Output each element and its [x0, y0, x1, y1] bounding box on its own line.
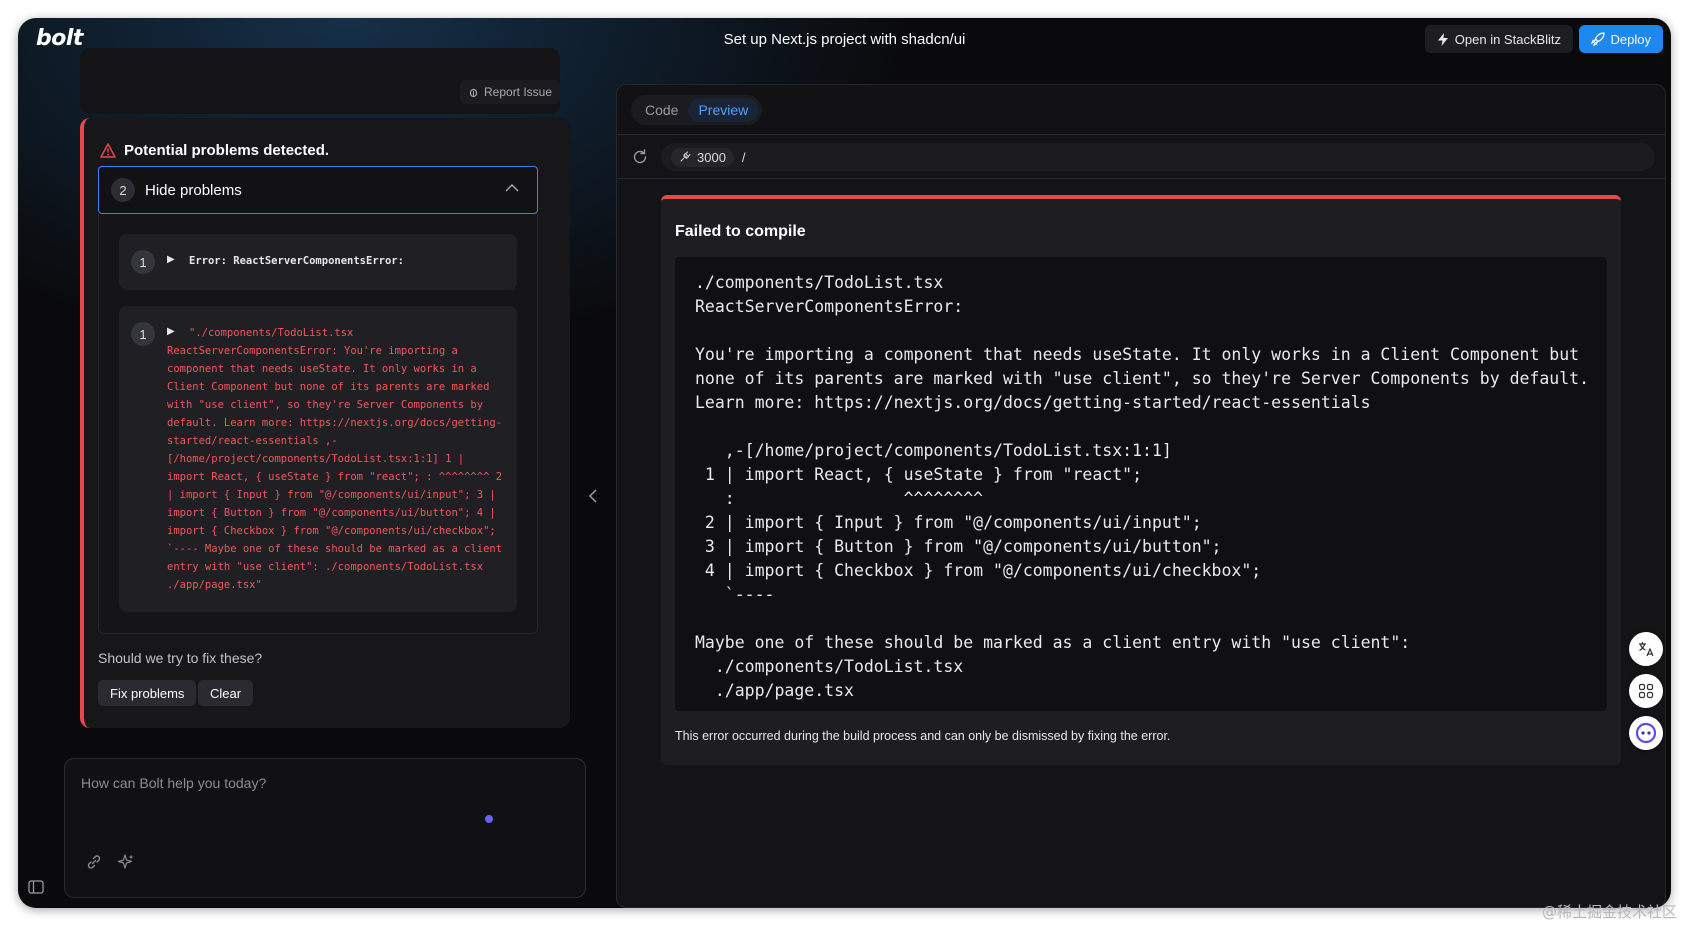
chevron-up-icon [505, 184, 519, 192]
error-title: Failed to compile [675, 223, 806, 240]
reload-icon[interactable] [631, 148, 649, 166]
problem-item[interactable]: 1 ▶ "./components/TodoList.tsx ReactServ… [119, 306, 517, 612]
problem-number: 1 [131, 250, 155, 274]
translate-button[interactable] [1629, 632, 1663, 666]
sparkle-icon[interactable] [117, 853, 135, 871]
app-window: bolt Set up Next.js project with shadcn/… [18, 18, 1671, 908]
report-issue-button[interactable]: Report Issue [460, 80, 561, 104]
problems-heading: Potential problems detected. [100, 142, 329, 159]
problem-item[interactable]: 1 ▶ Error: ReactServerComponentsError: [119, 234, 517, 290]
clear-button[interactable]: Clear [198, 680, 254, 706]
report-issue-label: Report Issue [484, 85, 553, 99]
port-number: 3000 [697, 149, 726, 165]
view-tab-group: Code Preview [631, 95, 763, 125]
fix-question: Should we try to fix these? [98, 650, 263, 666]
deploy-button[interactable]: Deploy [1578, 25, 1663, 53]
deploy-label: Deploy [1610, 31, 1651, 47]
assistant-button[interactable] [1629, 716, 1663, 750]
problems-card: Potential problems detected. 2 Hide prob… [80, 118, 570, 728]
hide-problems-toggle[interactable]: 2 Hide problems [98, 166, 538, 214]
preview-address-bar[interactable]: 3000 / [661, 143, 1655, 171]
open-stackblitz-label: Open in StackBlitz [1454, 31, 1561, 47]
problems-list: 1 ▶ Error: ReactServerComponentsError: 1… [98, 214, 538, 634]
open-stackblitz-button[interactable]: Open in StackBlitz [1424, 25, 1573, 53]
problem-text: Error: ReactServerComponentsError: [189, 255, 404, 267]
assistant-face-icon [1635, 722, 1657, 744]
preview-address-row: 3000 / [617, 135, 1665, 179]
warning-icon [100, 143, 116, 158]
hide-problems-label: Hide problems [145, 181, 242, 199]
port-selector[interactable]: 3000 [671, 147, 734, 167]
plug-icon [680, 151, 691, 162]
fix-problems-button[interactable]: Fix problems [98, 680, 197, 706]
rocket-icon [1590, 32, 1605, 46]
prompt-box [64, 758, 586, 898]
problem-number: 1 [131, 322, 155, 346]
bug-icon [469, 88, 478, 97]
chevron-left-icon[interactable] [588, 488, 598, 504]
status-dot [485, 815, 493, 823]
error-code-block: ./components/TodoList.tsx ReactServerCom… [675, 257, 1607, 711]
grid-icon [1638, 683, 1654, 699]
link-icon[interactable] [85, 853, 103, 871]
sidebar-toggle-icon[interactable] [28, 880, 44, 894]
workbench-panel: Code Preview 3000 / Failed to compile ./… [616, 84, 1666, 908]
problems-heading-text: Potential problems detected. [124, 142, 330, 159]
tab-preview[interactable]: Preview [688, 98, 759, 122]
compile-error-overlay: Failed to compile ./components/TodoList.… [661, 195, 1621, 765]
project-title: Set up Next.js project with shadcn/ui [723, 31, 966, 48]
problems-count-badge: 2 [111, 178, 135, 202]
tab-code[interactable]: Code [635, 98, 688, 122]
error-footer: This error occurred during the build pro… [675, 729, 1171, 743]
workbench-tabs-bar: Code Preview [617, 85, 1665, 135]
apps-button[interactable] [1629, 674, 1663, 708]
lightning-icon [1437, 32, 1448, 46]
preview-path[interactable]: / [742, 150, 746, 165]
watermark: @稀土掘金技术社区 [1541, 903, 1677, 921]
expand-triangle-icon[interactable]: ▶ [167, 254, 175, 265]
translate-icon [1639, 642, 1654, 657]
problem-text: "./components/TodoList.tsx ReactServerCo… [167, 327, 503, 591]
